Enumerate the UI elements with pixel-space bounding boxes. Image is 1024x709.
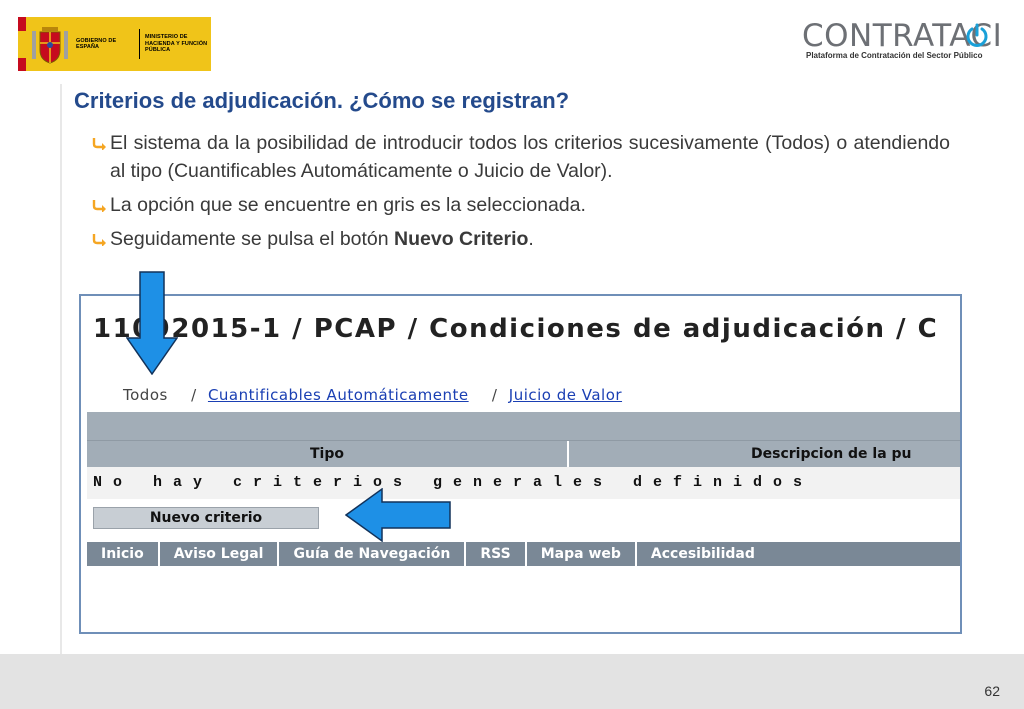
gov-right-text: MINISTERIO DE HACIENDA Y FUNCIÓN PÚBLICA — [145, 34, 208, 54]
bullet-list: El sistema da la posibilidad de introduc… — [92, 129, 950, 259]
filter-link-juicio-valor[interactable]: Juicio de Valor — [509, 386, 622, 404]
bullet-text: El sistema da la posibilidad de introduc… — [110, 132, 950, 182]
nav-item-rss[interactable]: RSS — [466, 542, 527, 566]
bullet-text: La opción que se encuentre en gris es la… — [110, 194, 586, 216]
nav-item-mapa-web[interactable]: Mapa web — [527, 542, 637, 566]
nav-item-accesibilidad[interactable]: Accesibilidad — [637, 542, 769, 566]
nav-item-aviso-legal[interactable]: Aviso Legal — [160, 542, 280, 566]
contratacion-logo: CONTRATACIN Plataforma de Contratación d… — [800, 18, 1012, 66]
brand-subtitle: Plataforma de Contratación del Sector Pú… — [806, 51, 983, 60]
slide-title: Criterios de adjudicación. ¿Cómo se regi… — [74, 88, 570, 113]
new-criterion-button[interactable]: Nuevo criterio — [93, 507, 319, 529]
bullet-item: El sistema da la posibilidad de introduc… — [92, 129, 950, 185]
filter-selected-todos[interactable]: Todos — [123, 386, 168, 404]
filter-separator: / — [191, 386, 197, 404]
bullet-bold-text: Nuevo Criterio — [394, 228, 529, 250]
left-rule — [60, 84, 62, 654]
bullet-item: Seguidamente se pulsa el botón Nuevo Cri… — [92, 225, 950, 253]
power-icon — [966, 23, 988, 47]
curved-arrow-icon — [92, 234, 106, 246]
page-number: 62 — [984, 683, 1000, 699]
column-header-tipo[interactable]: Tipo — [87, 441, 569, 467]
bullet-item: La opción que se encuentre en gris es la… — [92, 191, 950, 219]
gov-left-text: GOBIERNO DE ESPAÑA — [76, 37, 117, 51]
curved-arrow-icon — [92, 138, 106, 150]
slide-footer — [0, 654, 1024, 709]
screenshot-heading: 11092015-1 / PCAP / Condiciones de adjud… — [93, 314, 939, 344]
filter-separator: / — [491, 386, 498, 404]
column-header-descripcion[interactable]: Descripcion de la pu — [569, 441, 960, 467]
gov-divider — [139, 29, 140, 59]
footer-nav: Inicio Aviso Legal Guía de Navegación RS… — [87, 542, 960, 566]
down-arrow-icon — [126, 271, 178, 375]
nav-item-guia-navegacion[interactable]: Guía de Navegación — [279, 542, 467, 566]
brand-wordmark: CONTRATACIN — [802, 18, 1024, 54]
embedded-screenshot: 11092015-1 / PCAP / Condiciones de adjud… — [79, 294, 962, 634]
table-header: Tipo Descripcion de la pu — [87, 440, 960, 467]
left-arrow-icon — [345, 488, 451, 542]
curved-arrow-icon — [92, 200, 106, 212]
coat-of-arms-icon — [32, 27, 68, 64]
toolbar-bar — [87, 412, 960, 440]
bullet-text-after: . — [528, 228, 534, 250]
bullet-text-before: Seguidamente se pulsa el botón — [110, 228, 395, 250]
criteria-filter: Todos / Cuantificables Automáticamente /… — [123, 386, 622, 404]
nav-item-inicio[interactable]: Inicio — [87, 542, 160, 566]
flag-stripes — [18, 17, 26, 71]
empty-table-message: No hay criterios generales definidos — [87, 467, 960, 499]
government-logo: GOBIERNO DE ESPAÑA MINISTERIO DE HACIEND… — [18, 17, 211, 71]
filter-link-cuantificables[interactable]: Cuantificables Automáticamente — [208, 386, 469, 404]
